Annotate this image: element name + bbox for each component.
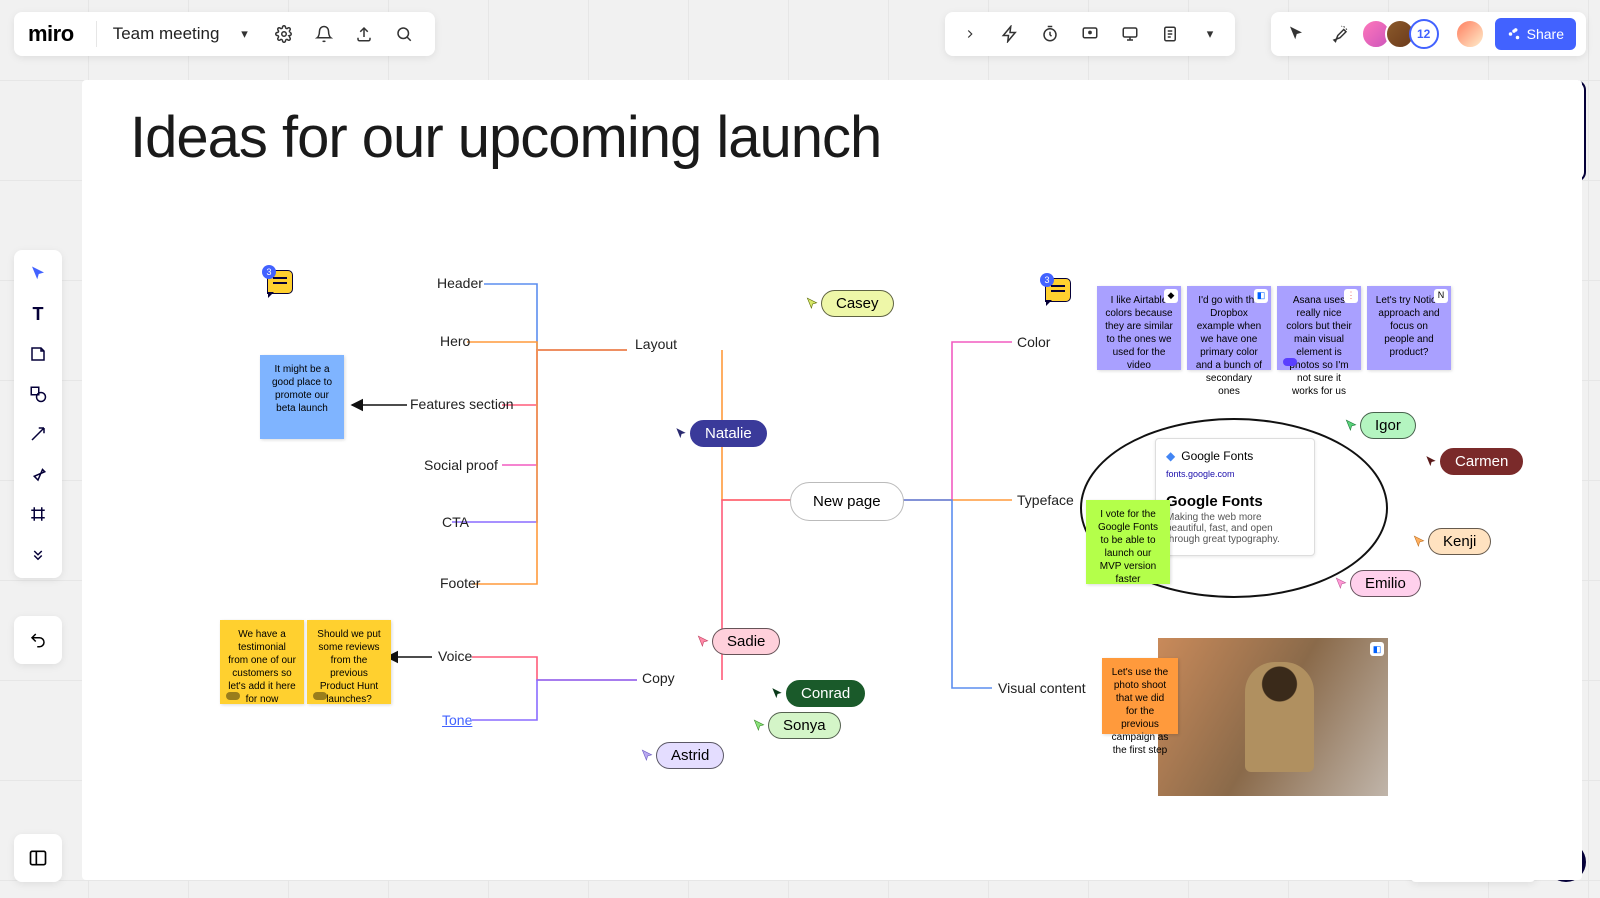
dropbox-icon: ◧ <box>1254 289 1268 303</box>
collab-cursor-kenji: Kenji <box>1412 528 1491 555</box>
sticky-note[interactable]: We have a testimonial from one of our cu… <box>220 620 304 704</box>
more-tools[interactable] <box>20 536 56 572</box>
search-icon[interactable] <box>387 17 421 51</box>
collab-cursor-astrid: Astrid <box>640 742 724 769</box>
collab-cursor-sonya: Sonya <box>752 712 841 739</box>
collab-cursor-igor: Igor <box>1344 412 1416 439</box>
sticky-tool[interactable] <box>20 336 56 372</box>
avatar-me[interactable] <box>1455 19 1485 49</box>
miro-logo[interactable]: miro <box>28 21 74 47</box>
mindmap-center-node[interactable]: New page <box>790 482 904 521</box>
bolt-icon[interactable] <box>993 17 1027 51</box>
mm-node-copy[interactable]: Copy <box>642 670 675 686</box>
collab-cursor-conrad: Conrad <box>770 680 865 707</box>
panel-left-icon[interactable] <box>953 17 987 51</box>
mm-node-color[interactable]: Color <box>1017 334 1050 350</box>
board-menu-chevron-icon[interactable]: ▾ <box>227 17 261 51</box>
shape-tool[interactable] <box>20 376 56 412</box>
dropbox-icon: ◧ <box>1370 642 1384 656</box>
board-name[interactable]: Team meeting <box>111 20 222 48</box>
select-tool[interactable] <box>20 256 56 292</box>
cursor-mode-icon[interactable] <box>1279 17 1313 51</box>
undo-button[interactable] <box>14 616 62 664</box>
image-content[interactable]: ◧ <box>1158 638 1388 796</box>
timer-icon[interactable] <box>1033 17 1067 51</box>
reactions-icon[interactable] <box>1323 17 1357 51</box>
sticky-note[interactable]: I vote for the Google Fonts to be able t… <box>1086 500 1170 584</box>
pen-tool[interactable] <box>20 456 56 492</box>
notion-icon: N <box>1434 289 1448 303</box>
collaborator-avatars[interactable]: 12 <box>1367 19 1439 49</box>
sticky-note[interactable]: It might be a good place to promote our … <box>260 355 344 439</box>
mm-node-layout[interactable]: Layout <box>635 336 677 352</box>
share-button[interactable]: Share <box>1495 18 1576 50</box>
comment-thread-icon[interactable]: 3 <box>1045 278 1071 302</box>
sticky-note[interactable]: I like Airtable colors because they are … <box>1097 286 1181 370</box>
mm-node-social[interactable]: Social proof <box>424 457 498 473</box>
settings-icon[interactable] <box>267 17 301 51</box>
present-icon[interactable] <box>1073 17 1107 51</box>
notifications-icon[interactable] <box>307 17 341 51</box>
mm-node-visual[interactable]: Visual content <box>998 680 1086 696</box>
comment-thread-icon[interactable]: 3 <box>267 270 293 294</box>
avatar-overflow-count[interactable]: 12 <box>1409 19 1439 49</box>
collab-cursor-natalie: Natalie <box>674 420 767 447</box>
apps-more-chevron-icon[interactable]: ▾ <box>1193 17 1227 51</box>
topbar-right: 12 Share <box>1271 12 1586 56</box>
sticky-note[interactable]: Should we put some reviews from the prev… <box>307 620 391 704</box>
mm-node-voice[interactable]: Voice <box>438 648 472 664</box>
mm-node-typeface[interactable]: Typeface <box>1017 492 1074 508</box>
sticky-note[interactable]: Let's use the photo shoot that we did fo… <box>1102 658 1178 734</box>
sticky-note[interactable]: I'd go with the Dropbox example when we … <box>1187 286 1271 370</box>
collab-cursor-carmen: Carmen <box>1424 448 1523 475</box>
share-label: Share <box>1527 26 1564 42</box>
export-icon[interactable] <box>347 17 381 51</box>
frames-panel-toggle[interactable] <box>14 834 62 882</box>
sticky-note[interactable]: Asana uses really nice colors but their … <box>1277 286 1361 370</box>
mm-node-cta[interactable]: CTA <box>442 514 469 530</box>
mm-node-header[interactable]: Header <box>437 275 483 291</box>
notes-icon[interactable] <box>1153 17 1187 51</box>
frame-tool[interactable] <box>20 496 56 532</box>
sticky-note[interactable]: Let's try Notion approach and focus on p… <box>1367 286 1451 370</box>
collab-cursor-emilio: Emilio <box>1334 570 1421 597</box>
airtable-icon: ◆ <box>1164 289 1178 303</box>
divider <box>96 21 97 47</box>
mm-node-hero[interactable]: Hero <box>440 333 470 349</box>
text-tool[interactable]: T <box>20 296 56 332</box>
collab-cursor-sadie: Sadie <box>696 628 780 655</box>
mm-node-footer[interactable]: Footer <box>440 575 480 591</box>
board-frame[interactable]: Ideas for our upcoming launch New page L… <box>82 80 1582 880</box>
topbar-left: miro Team meeting ▾ <box>14 12 435 56</box>
arrow-tool[interactable] <box>20 416 56 452</box>
asana-icon: ⋮ <box>1344 289 1358 303</box>
collab-cursor-casey: Casey <box>805 290 894 317</box>
screenshare-icon[interactable] <box>1113 17 1147 51</box>
mm-node-tone[interactable]: Tone <box>442 712 472 728</box>
mm-node-features[interactable]: Features section <box>410 396 514 412</box>
topbar-apps: ▾ <box>945 12 1235 56</box>
side-toolbar: T <box>14 250 62 578</box>
